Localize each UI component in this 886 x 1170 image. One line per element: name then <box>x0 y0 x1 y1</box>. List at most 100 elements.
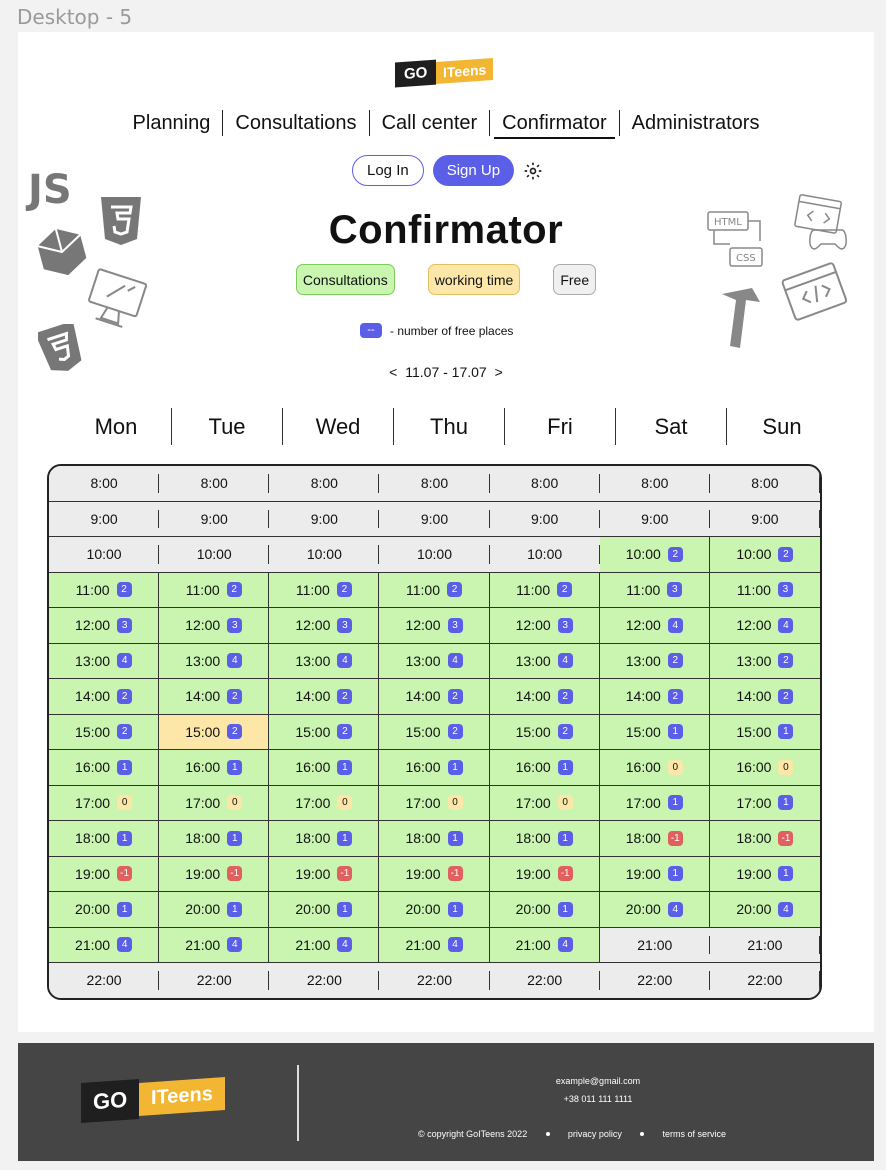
next-week-button[interactable]: > <box>493 364 505 380</box>
time-slot[interactable]: 16:00 1 <box>159 750 270 786</box>
time-slot[interactable]: 12:00 3 <box>379 608 490 644</box>
time-slot[interactable]: 20:00 1 <box>379 892 490 928</box>
time-slot[interactable]: 22:00 <box>599 963 710 998</box>
time-slot[interactable]: 22:00 <box>49 963 160 998</box>
nav-administrators[interactable]: Administrators <box>624 110 768 139</box>
time-slot[interactable]: 16:00 1 <box>269 750 380 786</box>
time-slot[interactable]: 20:00 1 <box>269 892 380 928</box>
time-slot[interactable]: 14:00 2 <box>599 679 710 715</box>
nav-planning[interactable]: Planning <box>125 110 219 139</box>
time-slot[interactable]: 18:00 1 <box>159 821 270 857</box>
time-slot[interactable]: 12:00 3 <box>159 608 270 644</box>
time-slot[interactable]: 9:00 <box>709 501 820 537</box>
time-slot[interactable]: 22:00 <box>379 963 490 998</box>
time-slot[interactable]: 14:00 2 <box>269 679 380 715</box>
time-slot[interactable]: 10:00 <box>379 537 490 573</box>
time-slot[interactable]: 16:00 1 <box>49 750 160 786</box>
time-slot[interactable]: 18:00 -1 <box>709 821 820 857</box>
time-slot[interactable]: 10:00 2 <box>599 537 710 573</box>
time-slot[interactable]: 14:00 2 <box>159 679 270 715</box>
time-slot[interactable]: 19:00 -1 <box>269 856 380 892</box>
time-slot[interactable]: 8:00 <box>489 466 600 502</box>
time-slot[interactable]: 11:00 2 <box>379 572 490 608</box>
time-slot[interactable]: 20:00 4 <box>599 892 710 928</box>
time-slot[interactable]: 22:00 <box>269 963 380 998</box>
time-slot[interactable]: 13:00 2 <box>599 643 710 679</box>
time-slot[interactable]: 8:00 <box>379 466 490 502</box>
nav-consultations[interactable]: Consultations <box>227 110 364 139</box>
time-slot[interactable]: 9:00 <box>269 501 380 537</box>
time-slot[interactable]: 9:00 <box>49 501 160 537</box>
nav-confirmator[interactable]: Confirmator <box>494 110 615 139</box>
legend-free[interactable]: Free <box>553 264 597 295</box>
time-slot[interactable]: 11:00 2 <box>159 572 270 608</box>
time-slot[interactable]: 11:00 2 <box>269 572 380 608</box>
time-slot[interactable]: 8:00 <box>49 466 160 502</box>
time-slot[interactable]: 21:00 4 <box>269 927 380 963</box>
footer-logo[interactable]: GO ITeens <box>81 1076 226 1124</box>
time-slot[interactable]: 13:00 4 <box>489 643 600 679</box>
time-slot[interactable]: 12:00 3 <box>269 608 380 644</box>
footer-email[interactable]: example@gmail.com <box>418 1076 778 1086</box>
time-slot[interactable]: 9:00 <box>599 501 710 537</box>
time-slot[interactable]: 13:00 4 <box>159 643 270 679</box>
time-slot[interactable]: 10:00 2 <box>709 537 820 573</box>
time-slot[interactable]: 20:00 1 <box>489 892 600 928</box>
time-slot[interactable]: 9:00 <box>489 501 600 537</box>
time-slot[interactable]: 8:00 <box>709 466 820 502</box>
time-slot[interactable]: 17:00 0 <box>269 785 380 821</box>
time-slot[interactable]: 9:00 <box>379 501 490 537</box>
time-slot[interactable]: 16:00 0 <box>709 750 820 786</box>
terms-link[interactable]: terms of service <box>662 1129 726 1139</box>
time-slot[interactable]: 15:00 2 <box>159 714 270 750</box>
time-slot[interactable]: 20:00 1 <box>159 892 270 928</box>
time-slot[interactable]: 14:00 2 <box>709 679 820 715</box>
prev-week-button[interactable]: < <box>387 364 399 380</box>
time-slot[interactable]: 22:00 <box>159 963 270 998</box>
time-slot[interactable]: 20:00 4 <box>709 892 820 928</box>
time-slot[interactable]: 18:00 1 <box>49 821 160 857</box>
time-slot[interactable]: 10:00 <box>159 537 270 573</box>
time-slot[interactable]: 17:00 1 <box>709 785 820 821</box>
time-slot[interactable]: 18:00 1 <box>269 821 380 857</box>
time-slot[interactable]: 8:00 <box>159 466 270 502</box>
time-slot[interactable]: 9:00 <box>159 501 270 537</box>
time-slot[interactable]: 22:00 <box>709 963 820 998</box>
time-slot[interactable]: 15:00 2 <box>379 714 490 750</box>
time-slot[interactable]: 11:00 2 <box>49 572 160 608</box>
time-slot[interactable]: 10:00 <box>269 537 380 573</box>
time-slot[interactable]: 22:00 <box>489 963 600 998</box>
time-slot[interactable]: 19:00 -1 <box>49 856 160 892</box>
time-slot[interactable]: 17:00 0 <box>379 785 490 821</box>
time-slot[interactable]: 12:00 4 <box>599 608 710 644</box>
gear-icon[interactable] <box>523 161 543 181</box>
time-slot[interactable]: 11:00 3 <box>709 572 820 608</box>
time-slot[interactable]: 19:00 1 <box>599 856 710 892</box>
time-slot[interactable]: 17:00 0 <box>489 785 600 821</box>
time-slot[interactable]: 21:00 4 <box>159 927 270 963</box>
time-slot[interactable]: 16:00 0 <box>599 750 710 786</box>
nav-call-center[interactable]: Call center <box>374 110 486 139</box>
time-slot[interactable]: 12:00 3 <box>49 608 160 644</box>
time-slot[interactable]: 12:00 3 <box>489 608 600 644</box>
time-slot[interactable]: 19:00 -1 <box>159 856 270 892</box>
time-slot[interactable]: 19:00 1 <box>709 856 820 892</box>
time-slot[interactable]: 21:00 4 <box>379 927 490 963</box>
time-slot[interactable]: 15:00 1 <box>599 714 710 750</box>
time-slot[interactable]: 15:00 1 <box>709 714 820 750</box>
time-slot[interactable]: 11:00 2 <box>489 572 600 608</box>
privacy-link[interactable]: privacy policy <box>568 1129 622 1139</box>
time-slot[interactable]: 20:00 1 <box>49 892 160 928</box>
legend-working-time[interactable]: working time <box>427 264 521 295</box>
time-slot[interactable]: 19:00 -1 <box>489 856 600 892</box>
time-slot[interactable]: 13:00 4 <box>269 643 380 679</box>
time-slot[interactable]: 13:00 2 <box>709 643 820 679</box>
time-slot[interactable]: 14:00 2 <box>379 679 490 715</box>
time-slot[interactable]: 16:00 1 <box>489 750 600 786</box>
logo[interactable]: GO ITeens <box>395 57 494 88</box>
time-slot[interactable]: 11:00 3 <box>599 572 710 608</box>
time-slot[interactable]: 17:00 0 <box>49 785 160 821</box>
time-slot[interactable]: 15:00 2 <box>489 714 600 750</box>
signup-button[interactable]: Sign Up <box>432 155 515 186</box>
time-slot[interactable]: 14:00 2 <box>489 679 600 715</box>
